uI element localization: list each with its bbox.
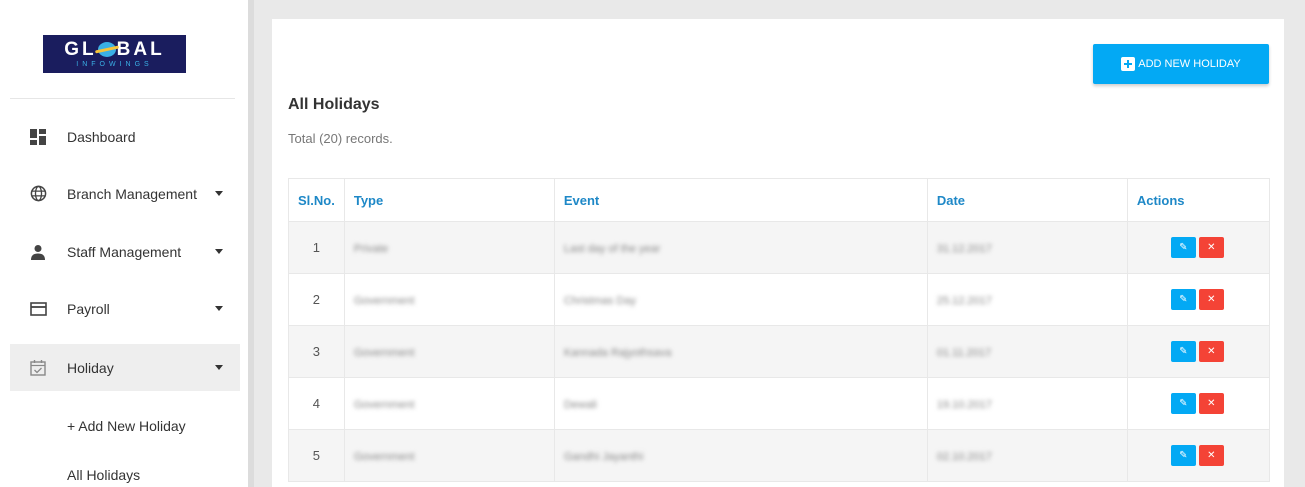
cell-actions: ✎ ✕ (1126, 325, 1271, 378)
edit-button[interactable]: ✎ (1170, 393, 1196, 414)
table-row: 5 Government Gandhi Jayanthi 02.10.2017 … (288, 429, 1271, 482)
add-new-holiday-button[interactable]: ADD NEW HOLIDAY (1093, 44, 1269, 84)
globe-icon (29, 185, 47, 203)
close-icon: ✕ (1207, 294, 1216, 305)
chevron-down-icon[interactable] (215, 306, 223, 311)
table-row: 3 Government Kannada Rajyothsava 01.11.2… (288, 325, 1271, 378)
sidebar-item-label: Branch Management (67, 185, 197, 202)
calendar-check-icon (29, 359, 47, 377)
sidebar-item-dashboard[interactable]: Dashboard (10, 113, 240, 160)
sidebar-item-branch-management[interactable]: Branch Management (10, 170, 240, 217)
table-row: 4 Government Dewali 19.10.2017 ✎ ✕ (288, 377, 1271, 430)
dashboard-icon (29, 128, 47, 146)
sidebar-divider (10, 98, 235, 99)
sidebar-subitem-all-holidays[interactable]: All Holidays (67, 467, 140, 483)
cell-type: Government (343, 377, 555, 430)
cell-actions: ✎ ✕ (1126, 221, 1271, 274)
delete-button[interactable]: ✕ (1198, 289, 1224, 310)
sidebar-item-label: Payroll (67, 300, 110, 317)
sidebar-item-label: Staff Management (67, 243, 182, 260)
cell-event: Gandhi Jayanthi (553, 429, 928, 482)
holidays-table: Sl.No. Type Event Date Actions 1 Private… (288, 178, 1271, 482)
close-icon: ✕ (1207, 398, 1216, 409)
cell-slno: 3 (288, 325, 345, 378)
delete-button[interactable]: ✕ (1198, 445, 1224, 466)
sidebar: GL BAL INFOWINGS Dashboard Branch Managem… (0, 0, 248, 487)
page-title: All Holidays (288, 96, 380, 113)
plus-box-icon (1121, 57, 1136, 71)
cell-event: Kannada Rajyothsava (553, 325, 928, 378)
cell-date: 19.10.2017 (926, 377, 1128, 430)
table-row: 2 Government Christmas Day 25.12.2017 ✎ ✕ (288, 273, 1271, 326)
cell-actions: ✎ ✕ (1126, 273, 1271, 326)
cell-event: Dewali (553, 377, 928, 430)
edit-button[interactable]: ✎ (1170, 341, 1196, 362)
column-header-type[interactable]: Type (343, 178, 555, 222)
globe-logo-icon (97, 42, 116, 57)
column-header-event[interactable]: Event (553, 178, 928, 222)
edit-button[interactable]: ✎ (1170, 237, 1196, 258)
cell-slno: 1 (288, 221, 345, 274)
cell-type: Government (343, 325, 555, 378)
table-header-row: Sl.No. Type Event Date Actions (288, 178, 1271, 222)
column-header-slno[interactable]: Sl.No. (288, 178, 345, 222)
cell-date: 01.11.2017 (926, 325, 1128, 378)
sidebar-item-label: Holiday (67, 359, 114, 376)
cell-slno: 4 (288, 377, 345, 430)
cell-actions: ✎ ✕ (1126, 377, 1271, 430)
pencil-icon: ✎ (1179, 294, 1188, 305)
sidebar-item-payroll[interactable]: Payroll (10, 285, 240, 332)
cell-type: Government (343, 429, 555, 482)
cell-slno: 2 (288, 273, 345, 326)
cell-actions: ✎ ✕ (1126, 429, 1271, 482)
close-icon: ✕ (1207, 346, 1216, 357)
table-row: 1 Private Last day of the year 31.12.201… (288, 221, 1271, 274)
chevron-down-icon[interactable] (215, 191, 223, 196)
close-icon: ✕ (1207, 450, 1216, 461)
global-infowings-logo[interactable]: GL BAL INFOWINGS (43, 35, 186, 73)
cell-type: Private (343, 221, 555, 274)
sidebar-item-label: Dashboard (67, 128, 136, 145)
records-count: Total (20) records. (288, 131, 393, 146)
cell-event: Last day of the year (553, 221, 928, 274)
sidebar-item-staff-management[interactable]: Staff Management (10, 228, 240, 275)
chevron-down-icon[interactable] (215, 365, 223, 370)
pencil-icon: ✎ (1179, 242, 1188, 253)
cell-event: Christmas Day (553, 273, 928, 326)
pencil-icon: ✎ (1179, 450, 1188, 461)
delete-button[interactable]: ✕ (1198, 341, 1224, 362)
column-header-actions: Actions (1126, 178, 1271, 222)
pencil-icon: ✎ (1179, 398, 1188, 409)
delete-button[interactable]: ✕ (1198, 393, 1224, 414)
cell-type: Government (343, 273, 555, 326)
cell-date: 25.12.2017 (926, 273, 1128, 326)
column-header-date[interactable]: Date (926, 178, 1128, 222)
cell-date: 02.10.2017 (926, 429, 1128, 482)
sidebar-subitem-add-new-holiday[interactable]: + Add New Holiday (67, 418, 186, 434)
edit-button[interactable]: ✎ (1170, 445, 1196, 466)
pencil-icon: ✎ (1179, 346, 1188, 357)
payroll-icon (29, 300, 47, 318)
chevron-down-icon[interactable] (215, 249, 223, 254)
close-icon: ✕ (1207, 242, 1216, 253)
sidebar-item-holiday[interactable]: Holiday (10, 344, 240, 391)
cell-slno: 5 (288, 429, 345, 482)
person-icon (29, 243, 47, 261)
delete-button[interactable]: ✕ (1198, 237, 1224, 258)
cell-date: 31.12.2017 (926, 221, 1128, 274)
edit-button[interactable]: ✎ (1170, 289, 1196, 310)
